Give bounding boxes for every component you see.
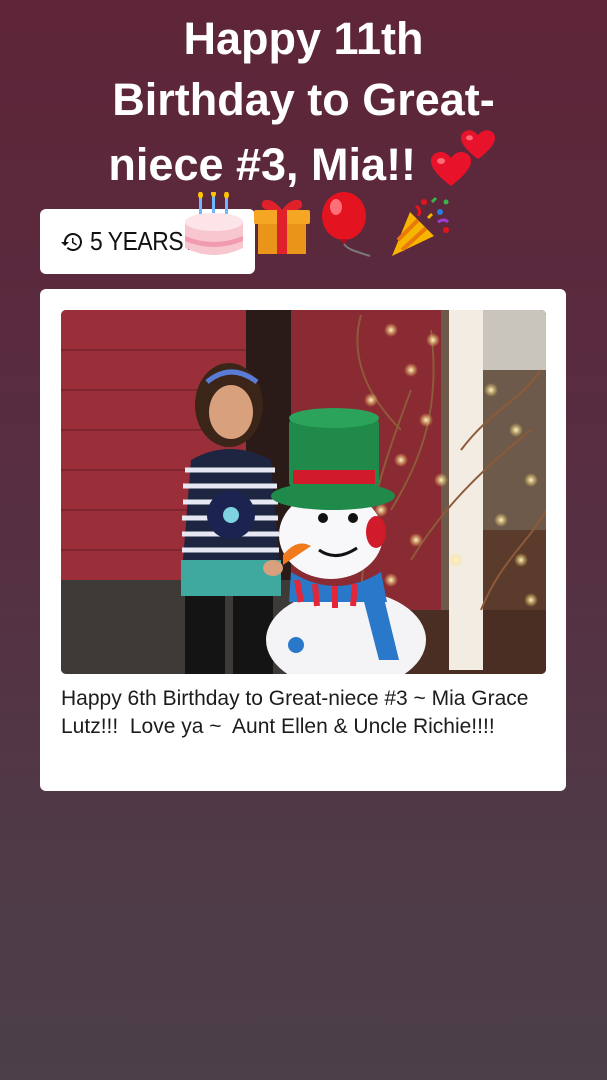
post-photo[interactable]: [61, 310, 546, 674]
headline-line-2: Birthday to Great-: [112, 74, 495, 125]
party-popper-emoji: [388, 194, 452, 263]
birthday-cake-emoji: [183, 190, 245, 263]
post-caption: Happy 6th Birthday to Great-niece #3 ~ M…: [61, 687, 535, 738]
story-headline: Happy 11th Birthday to Great- niece #3, …: [40, 8, 567, 195]
post-photo-illustration: [61, 310, 546, 674]
wrapped-gift-emoji: [250, 194, 314, 261]
history-icon: [60, 230, 84, 254]
two-hearts-emoji: [429, 130, 499, 192]
headline-line-3-text: niece #3, Mia!!: [108, 139, 417, 190]
headline-line-3: niece #3, Mia!!: [40, 130, 567, 195]
headline-line-1: Happy 11th: [183, 13, 424, 64]
celebration-emoji-row: [183, 190, 463, 265]
red-balloon-emoji: [318, 192, 378, 265]
memory-post-card[interactable]: Happy 6th Birthday to Great-niece #3 ~ M…: [40, 289, 566, 791]
